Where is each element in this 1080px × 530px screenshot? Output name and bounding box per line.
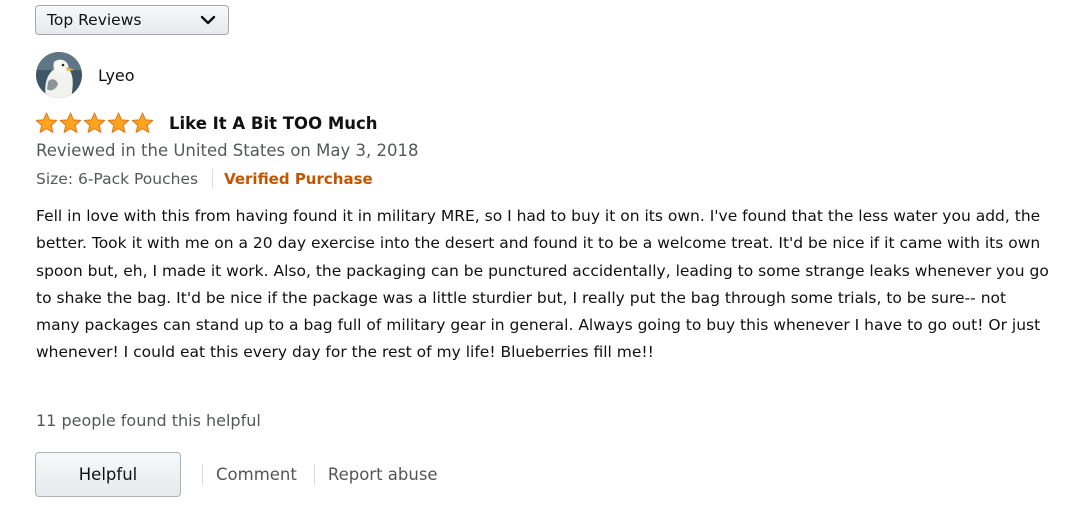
divider bbox=[313, 463, 315, 486]
review-date: Reviewed in the United States on May 3, … bbox=[36, 141, 419, 160]
review-format-strip: Size: 6-Pack Pouches Verified Purchase bbox=[36, 169, 373, 189]
star-icon bbox=[131, 112, 154, 133]
review-body: Fell in love with this from having found… bbox=[36, 207, 1049, 362]
reviewer-profile[interactable]: Lyeo bbox=[36, 52, 135, 98]
star-icon bbox=[59, 112, 82, 133]
reviewer-name: Lyeo bbox=[98, 65, 135, 85]
helpful-button[interactable]: Helpful bbox=[35, 452, 181, 497]
sort-dropdown-label: Top Reviews bbox=[47, 11, 142, 29]
star-rating[interactable] bbox=[35, 112, 155, 134]
verified-purchase-badge: Verified Purchase bbox=[224, 170, 373, 188]
sort-dropdown[interactable]: Top Reviews bbox=[35, 5, 229, 35]
divider bbox=[202, 463, 203, 486]
helpful-count: 11 people found this helpful bbox=[36, 411, 261, 430]
size-variant[interactable]: Size: 6-Pack Pouches bbox=[36, 170, 198, 188]
seagull-avatar-icon bbox=[36, 52, 82, 98]
review-actions: Helpful Comment Report abuse bbox=[35, 452, 438, 497]
divider bbox=[212, 169, 214, 189]
star-icon bbox=[35, 112, 58, 133]
star-icon bbox=[83, 112, 106, 133]
chevron-down-icon bbox=[200, 15, 216, 25]
review-title[interactable]: Like It A Bit TOO Much bbox=[169, 114, 378, 133]
star-icon bbox=[107, 112, 130, 133]
report-abuse-link[interactable]: Report abuse bbox=[328, 465, 438, 484]
rating-row: Like It A Bit TOO Much bbox=[35, 112, 378, 134]
comment-link[interactable]: Comment bbox=[216, 465, 297, 484]
